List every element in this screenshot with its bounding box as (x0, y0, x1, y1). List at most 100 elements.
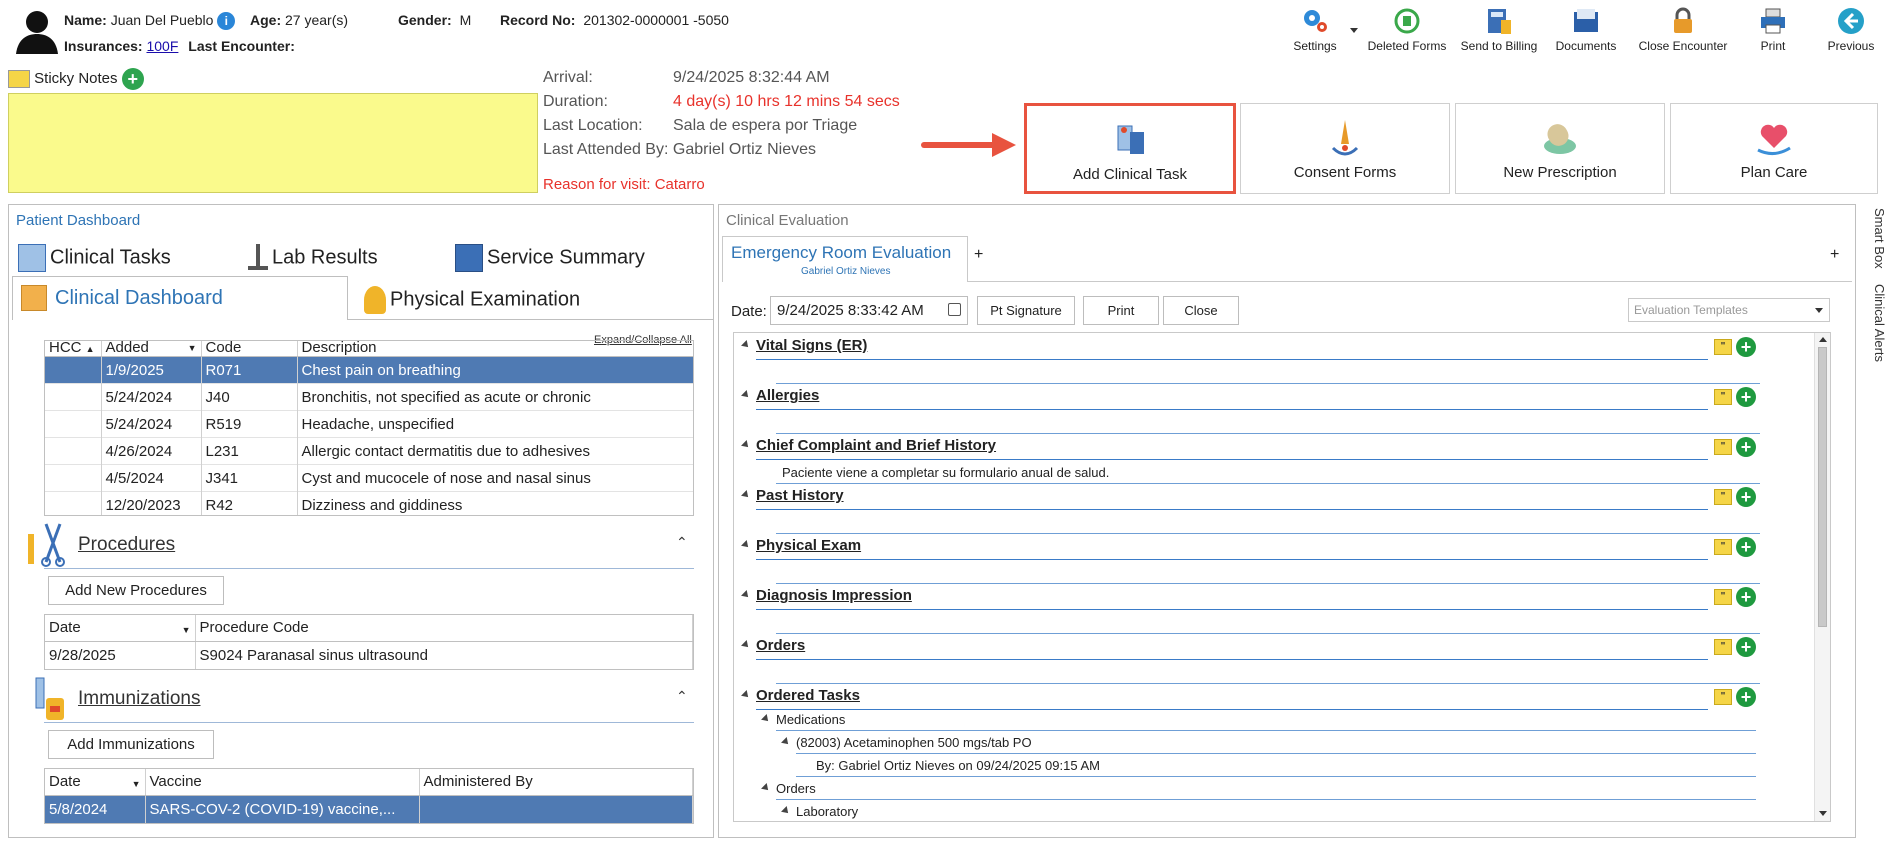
section-title[interactable]: Ordered Tasks (756, 687, 860, 704)
diagnosis-row[interactable]: 5/24/2024 J40 Bronchitis, not specified as… (45, 383, 693, 411)
sticky-note-area[interactable] (8, 93, 538, 193)
tree-expand-icon[interactable] (781, 737, 791, 747)
section-title[interactable]: Physical Exam (756, 537, 861, 554)
collapse-triangle-icon[interactable] (741, 640, 751, 650)
col-immunization-date[interactable]: Date ▼ (45, 769, 146, 796)
collapse-triangle-icon[interactable] (741, 690, 751, 700)
tab-service-summary[interactable]: Service Summary (455, 244, 645, 272)
add-immunizations-button[interactable]: Add Immunizations (48, 730, 214, 759)
procedures-title[interactable]: Procedures (78, 534, 175, 556)
add-entry-icon[interactable]: + (1736, 687, 1756, 707)
immunization-row[interactable]: 5/8/2024 SARS-COV-2 (COVID-19) vaccine,.… (45, 795, 693, 823)
deleted-forms-button[interactable]: Deleted Forms (1362, 6, 1452, 53)
quote-note-icon[interactable]: " (1714, 339, 1732, 355)
settings-dropdown-icon[interactable] (1350, 28, 1358, 33)
diagnosis-row[interactable]: 1/9/2025 R071 Chest pain on breathing (45, 356, 693, 384)
calendar-icon[interactable] (948, 303, 961, 316)
info-icon[interactable]: i (217, 12, 236, 31)
evaluation-date-field[interactable]: 9/24/2025 8:33:42 AM (770, 296, 968, 325)
col-administered-by[interactable]: Administered By (419, 769, 693, 796)
section-ordered-tasks[interactable]: Ordered Tasks " + Medications (82003) Ac… (738, 687, 1760, 821)
procedures-collapse-icon[interactable]: ⌃ (676, 534, 688, 551)
add-entry-icon[interactable]: + (1736, 487, 1756, 507)
col-vaccine[interactable]: Vaccine (145, 769, 420, 796)
section-title[interactable]: Past History (756, 487, 844, 504)
new-prescription-button[interactable]: New Prescription (1455, 103, 1665, 194)
section-physical-exam[interactable]: Physical Exam " + (738, 537, 1760, 587)
tree-orders[interactable]: Orders (776, 781, 816, 796)
collapse-triangle-icon[interactable] (741, 490, 751, 500)
tab-clinical-dashboard[interactable]: Clinical Dashboard (12, 276, 348, 320)
diagnosis-row[interactable]: 12/20/2023 R42 Dizziness and giddiness (45, 491, 693, 515)
add-entry-icon[interactable]: + (1736, 437, 1756, 457)
immunizations-title[interactable]: Immunizations (78, 688, 201, 710)
diagnosis-row[interactable]: 5/24/2024 R519 Headache, unspecified (45, 410, 693, 438)
eval-close-button[interactable]: Close (1163, 296, 1239, 325)
plan-care-button[interactable]: Plan Care (1670, 103, 1878, 194)
tree-laboratory[interactable]: Laboratory (796, 804, 858, 819)
scroll-down-icon[interactable] (1819, 811, 1827, 816)
tree-medication-item[interactable]: (82003) Acetaminophen 500 mgs/tab PO (796, 735, 1032, 750)
immunizations-collapse-icon[interactable]: ⌃ (676, 688, 688, 705)
col-description[interactable]: Description (297, 341, 693, 357)
diagnosis-row[interactable]: 4/26/2024 L231 Allergic contact dermatitis… (45, 437, 693, 465)
section-allergies[interactable]: Allergies " + (738, 387, 1760, 437)
previous-button[interactable]: Previous (1806, 6, 1886, 53)
print-button[interactable]: Print (1728, 6, 1818, 53)
pt-signature-button[interactable]: Pt Signature (977, 296, 1075, 325)
smart-box-tab[interactable]: Smart Box (1872, 208, 1886, 269)
add-entry-icon[interactable]: + (1736, 587, 1756, 607)
procedure-row[interactable]: 9/28/2025 S9024 Paranasal sinus ultrasou… (45, 641, 693, 669)
scrollbar-thumb[interactable] (1818, 347, 1827, 627)
add-panel-icon[interactable]: + (1830, 246, 1839, 264)
add-sticky-note-icon[interactable]: + (121, 68, 144, 90)
tab-lab-results[interactable]: Lab Results (246, 244, 378, 272)
add-new-procedures-button[interactable]: Add New Procedures (48, 576, 224, 605)
add-entry-icon[interactable]: + (1736, 337, 1756, 357)
section-past-history[interactable]: Past History " + (738, 487, 1760, 537)
section-title[interactable]: Diagnosis Impression (756, 587, 912, 604)
section-title[interactable]: Vital Signs (ER) (756, 337, 867, 354)
collapse-triangle-icon[interactable] (741, 440, 751, 450)
close-encounter-button[interactable]: Close Encounter (1632, 6, 1734, 53)
quote-note-icon[interactable]: " (1714, 539, 1732, 555)
evaluation-templates-select[interactable]: Evaluation Templates (1628, 298, 1830, 322)
col-added[interactable]: Added ▼ (101, 341, 202, 357)
col-procedure-code[interactable]: Procedure Code (195, 615, 693, 642)
section-title[interactable]: Orders (756, 637, 805, 654)
add-entry-icon[interactable]: + (1736, 537, 1756, 557)
insurance-link[interactable]: 100F (146, 38, 178, 54)
quote-note-icon[interactable]: " (1714, 639, 1732, 655)
collapse-triangle-icon[interactable] (741, 390, 751, 400)
scroll-up-icon[interactable] (1819, 337, 1827, 342)
section-orders[interactable]: Orders " + (738, 637, 1760, 687)
quote-note-icon[interactable]: " (1714, 489, 1732, 505)
tree-expand-icon[interactable] (781, 806, 791, 816)
tab-emergency-room-evaluation[interactable]: Emergency Room Evaluation Gabriel Ortiz … (722, 236, 968, 282)
settings-button[interactable]: Settings (1270, 6, 1360, 53)
quote-note-icon[interactable]: " (1714, 689, 1732, 705)
clinical-alerts-tab[interactable]: Clinical Alerts (1872, 284, 1886, 362)
collapse-triangle-icon[interactable] (741, 590, 751, 600)
quote-note-icon[interactable]: " (1714, 389, 1732, 405)
section-diagnosis-impression[interactable]: Diagnosis Impression " + (738, 587, 1760, 637)
col-hcc[interactable]: HCC ▲ (45, 341, 102, 357)
section-title[interactable]: Allergies (756, 387, 819, 404)
tab-physical-examination[interactable]: Physical Examination (364, 286, 580, 314)
documents-button[interactable]: Documents (1541, 6, 1631, 53)
collapse-triangle-icon[interactable] (741, 340, 751, 350)
section-chief-complaint[interactable]: Chief Complaint and Brief History " + Pa… (738, 437, 1760, 487)
tree-expand-icon[interactable] (761, 783, 771, 793)
tree-expand-icon[interactable] (761, 714, 771, 724)
consent-forms-button[interactable]: Consent Forms (1240, 103, 1450, 194)
send-billing-button[interactable]: Send to Billing (1454, 6, 1544, 53)
quote-note-icon[interactable]: " (1714, 589, 1732, 605)
col-procedure-date[interactable]: Date ▼ (45, 615, 196, 642)
vertical-scrollbar[interactable] (1814, 333, 1830, 821)
section-title[interactable]: Chief Complaint and Brief History (756, 437, 996, 454)
section-vital-signs[interactable]: Vital Signs (ER) " + (738, 337, 1760, 387)
collapse-triangle-icon[interactable] (741, 540, 751, 550)
col-code[interactable]: Code (201, 341, 298, 357)
diagnosis-row[interactable]: 4/5/2024 J341 Cyst and mucocele of nose an… (45, 464, 693, 492)
add-tab-icon[interactable]: + (974, 246, 983, 264)
